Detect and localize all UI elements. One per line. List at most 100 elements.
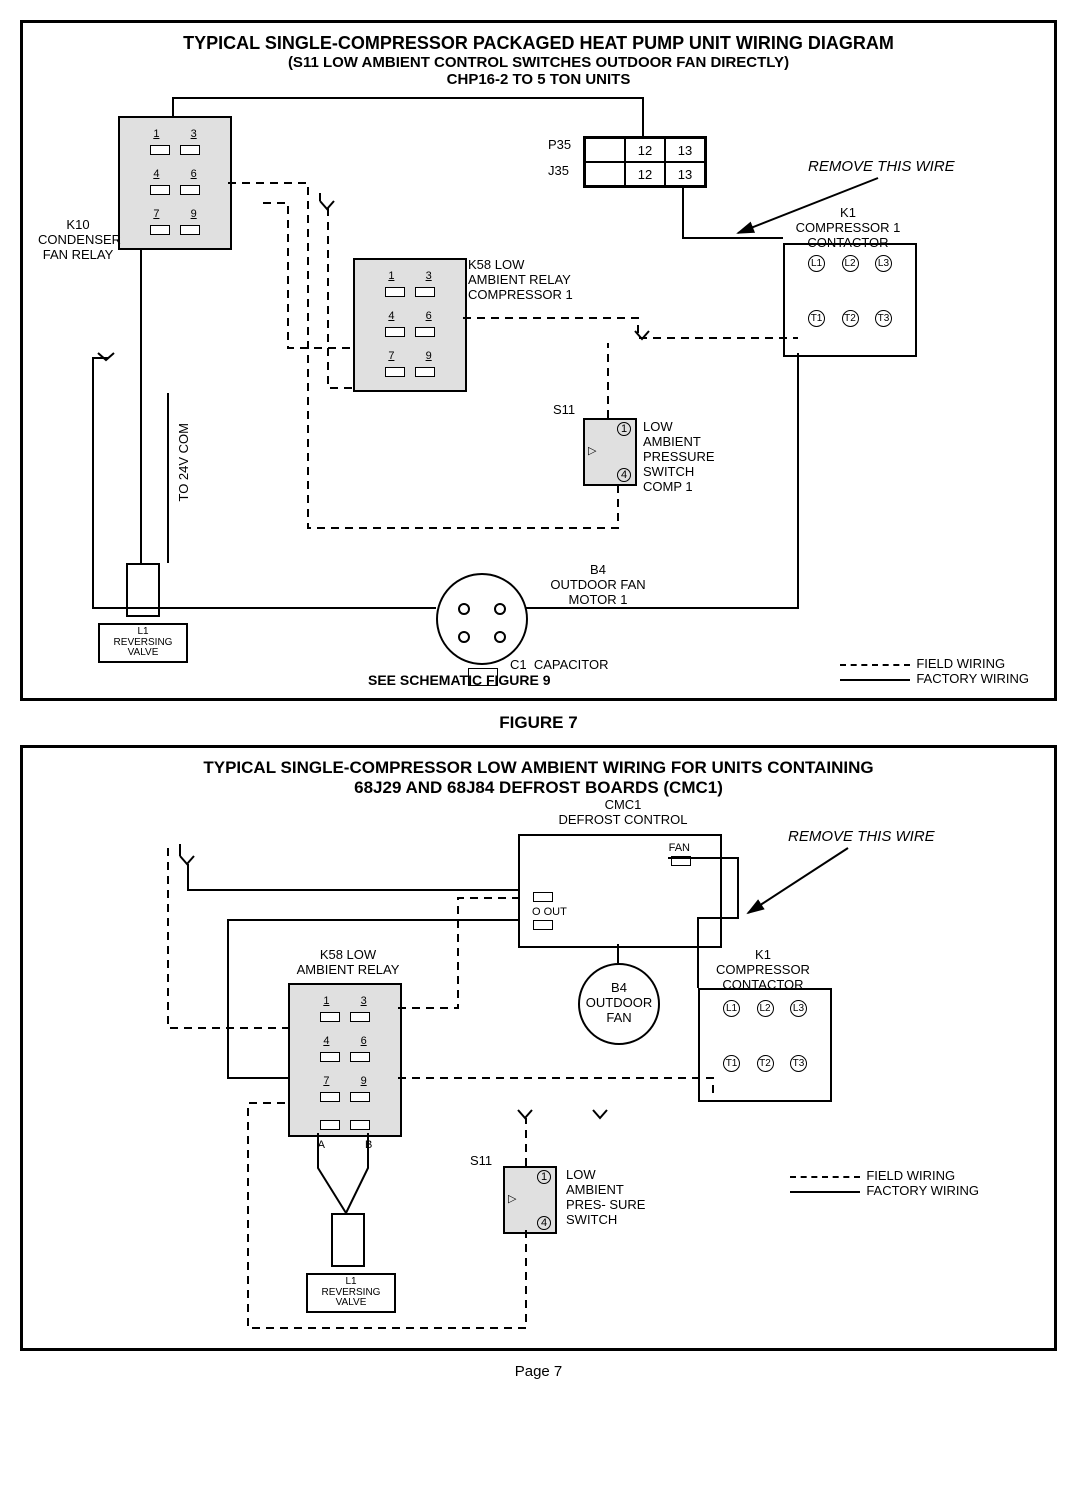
k58-desc: AMBIENT RELAY COMPRESSOR 1 [468, 272, 573, 302]
p35-pin-13: 13 [665, 138, 705, 162]
figure-7-title-units: CHP16-2 TO 5 TON UNITS [38, 71, 1039, 88]
k58-pin-1: 1 [388, 270, 394, 282]
s11-desc-label: LOW AMBIENT PRESSURE SWITCH COMP 1 [643, 420, 733, 495]
l1-2-solenoid-icon [331, 1213, 365, 1267]
b4-label: B4 OUTDOOR FAN MOTOR 1 [538, 563, 658, 608]
b4-motor-circle [436, 573, 528, 665]
k58-2-label: K58 LOW AMBIENT RELAY [288, 948, 408, 978]
k58b-pin-7: 7 [323, 1075, 329, 1087]
k1-l3: L3 [875, 255, 892, 272]
figure-7-diagram: 1 3 4 6 7 9 K10 CONDENSER FA [38, 88, 1039, 688]
k58b-pin-6: 6 [361, 1035, 367, 1047]
j35-label: J35 [548, 164, 569, 179]
solid-line-icon [840, 679, 910, 681]
c1-desc: CAPACITOR [534, 657, 609, 672]
k58-pin-9: 9 [426, 350, 432, 362]
figure-8-title-block: TYPICAL SINGLE-COMPRESSOR LOW AMBIENT WI… [38, 758, 1039, 798]
k58-2-desc: AMBIENT RELAY [297, 962, 400, 977]
figure-7-legend: FIELD WIRING FACTORY WIRING [840, 656, 1029, 686]
p35-j35-connector: 12 13 12 13 [583, 136, 707, 188]
k1-2-contactor-box: L1 L2 L3 T1 T2 T3 [698, 988, 832, 1102]
k58b-coil-b: B [365, 1139, 372, 1151]
k58-pin-6: 6 [426, 310, 432, 322]
k1-desc: COMPRESSOR 1 CONTACTOR [796, 220, 901, 250]
figure-7-caption: FIGURE 7 [20, 713, 1057, 733]
k1-l2: L2 [842, 255, 859, 272]
k1-2-name: K1 [755, 947, 771, 962]
figure-8-title-2: 68J29 AND 68J84 DEFROST BOARDS (CMC1) [38, 778, 1039, 798]
b4-2-motor-circle: B4 OUTDOOR FAN [578, 963, 660, 1045]
cmc1-label: CMC1 DEFROST CONTROL [543, 798, 703, 828]
legend-factory-wiring-8: FACTORY WIRING [866, 1183, 979, 1198]
k10-relay-box: 1 3 4 6 7 9 [118, 116, 232, 250]
k58b-pin-3: 3 [361, 995, 367, 1007]
k58b-pin-4: 4 [323, 1035, 329, 1047]
s11-pin-4: 4 [617, 468, 631, 482]
k10-pin-4: 4 [153, 168, 159, 180]
b4-desc: OUTDOOR FAN MOTOR 1 [550, 577, 645, 607]
figure-7-panel: TYPICAL SINGLE-COMPRESSOR PACKAGED HEAT … [20, 20, 1057, 701]
j35-pin-13: 13 [665, 162, 705, 186]
legend-factory-wiring-7: FACTORY WIRING [916, 671, 1029, 686]
k10-pin-9: 9 [191, 208, 197, 220]
b4-name: B4 [590, 562, 606, 577]
k1-t1: T1 [808, 310, 825, 327]
k58-pin-4: 4 [388, 310, 394, 322]
s11-2-name-label: S11 [470, 1154, 492, 1169]
k1b-l1: L1 [723, 1000, 740, 1017]
cmc1-desc: DEFROST CONTROL [558, 812, 687, 827]
cmc1-fan-label: FAN [669, 842, 690, 854]
b4-2-desc: OUTDOOR FAN [586, 995, 652, 1025]
k58-name: K58 LOW [468, 257, 524, 272]
k1-l1: L1 [808, 255, 825, 272]
s11-pin-1: 1 [617, 422, 631, 436]
figure-8-panel: TYPICAL SINGLE-COMPRESSOR LOW AMBIENT WI… [20, 745, 1057, 1351]
s11b-pin-1: 1 [537, 1170, 551, 1184]
s11b-pin-4: 4 [537, 1216, 551, 1230]
remove-wire-note-7: REMOVE THIS WIRE [808, 158, 955, 175]
cmc1-name: CMC1 [605, 797, 642, 812]
cmc1-box: FAN O OUT [518, 834, 722, 948]
k1-name: K1 [840, 205, 856, 220]
remove-wire-note-8: REMOVE THIS WIRE [788, 828, 935, 845]
page-number: Page 7 [20, 1363, 1057, 1380]
p35-label: P35 [548, 138, 571, 153]
c1-name: C1 [510, 657, 527, 672]
cmc1-oout-label: O OUT [532, 906, 567, 918]
s11-2-desc-label: LOW AMBIENT PRES- SURE SWITCH [566, 1168, 646, 1228]
l1-2-desc: REVERSING VALVE [322, 1287, 381, 1309]
s11-switch-box: 1 4 ▷ [583, 418, 637, 486]
l1-2-name: L1 [345, 1276, 356, 1287]
l1-2-box: L1 REVERSING VALVE [306, 1273, 396, 1313]
k10-pin-3: 3 [191, 128, 197, 140]
k10-pin-1: 1 [153, 128, 159, 140]
k10-desc: CONDENSER FAN RELAY [38, 232, 121, 262]
legend-field-wiring-8: FIELD WIRING [866, 1168, 955, 1183]
p35-pin-12: 12 [625, 138, 665, 162]
k58-2-name: K58 LOW [320, 947, 376, 962]
solid-line-icon-8 [790, 1191, 860, 1193]
k1b-l2: L2 [757, 1000, 774, 1017]
figure-8-diagram: CMC1 DEFROST CONTROL FAN O OUT REMOVE TH… [38, 798, 1039, 1338]
k58-pin-3: 3 [426, 270, 432, 282]
k58b-pin-1: 1 [323, 995, 329, 1007]
b4-2-name: B4 [611, 980, 627, 995]
see-schematic-label: SEE SCHEMATIC FIGURE 9 [368, 672, 551, 688]
legend-field-wiring-7: FIELD WIRING [916, 656, 1005, 671]
j35-pin-12: 12 [625, 162, 665, 186]
k1-contactor-box: L1 L2 L3 T1 T2 T3 [783, 243, 917, 357]
k10-label: K10 CONDENSER FAN RELAY [38, 218, 118, 263]
s11-2-switch-box: 1 4 ▷ [503, 1166, 557, 1234]
dash-line-icon-8 [790, 1176, 860, 1178]
s11-name-label: S11 [553, 403, 575, 418]
l1-desc: REVERSING VALVE [114, 637, 173, 659]
dash-line-icon [840, 664, 910, 666]
b4-2-inner: B4 OUTDOOR FAN [580, 965, 658, 1026]
l1-box: L1 REVERSING VALVE [98, 623, 188, 663]
figure-7-title-sub: (S11 LOW AMBIENT CONTROL SWITCHES OUTDOO… [38, 54, 1039, 71]
figure-8-legend: FIELD WIRING FACTORY WIRING [790, 1168, 979, 1198]
k58-relay-box: 1 3 4 6 7 9 [353, 258, 467, 392]
c1-label: C1 CAPACITOR [510, 658, 609, 673]
to-24v-com-label: TO 24V COM [176, 423, 191, 502]
figure-7-title-block: TYPICAL SINGLE-COMPRESSOR PACKAGED HEAT … [38, 33, 1039, 88]
